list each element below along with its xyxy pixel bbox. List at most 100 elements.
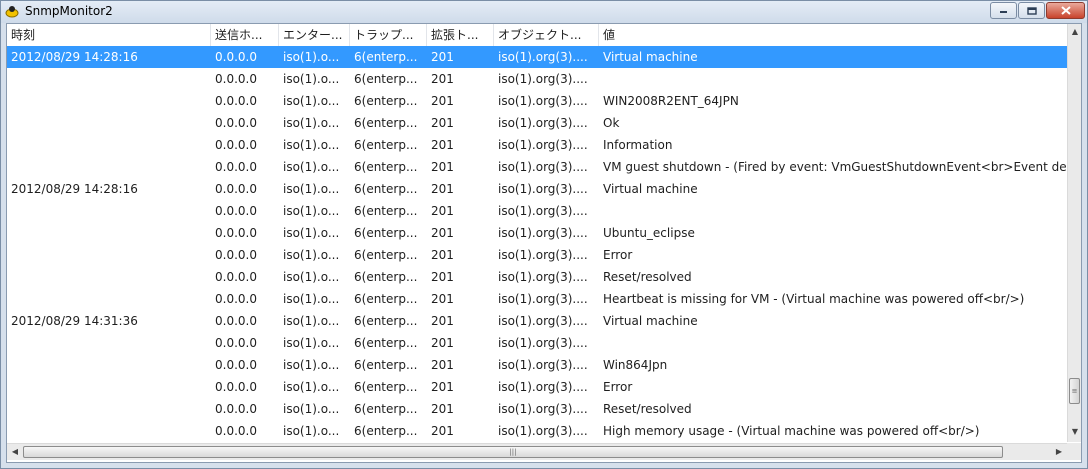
column-header-time[interactable]: 時刻 <box>7 24 211 46</box>
table-row[interactable]: 2012/08/29 14:28:16 0.0.0.0 iso(1).o... 6(e… <box>7 46 1067 68</box>
cell-extended-trap: 201 <box>431 72 454 86</box>
scroll-up-icon[interactable]: ▲ <box>1068 24 1081 40</box>
cell-sender-host: 0.0.0.0 <box>215 204 257 218</box>
table-row[interactable]: 0.0.0.0 iso(1).o... 6(enterp... 201 iso(1).o… <box>7 420 1067 442</box>
cell-enterprise: iso(1).o... <box>283 94 340 108</box>
app-icon <box>5 4 19 18</box>
cell-extended-trap: 201 <box>431 336 454 350</box>
cell-sender-host: 0.0.0.0 <box>215 336 257 350</box>
horizontal-scrollbar[interactable]: ◀ ||| ▶ <box>7 443 1067 460</box>
cell-time <box>7 288 211 310</box>
vertical-scrollbar[interactable]: ▲ ≡ ▼ <box>1067 24 1081 442</box>
cell-extended-trap: 201 <box>431 314 454 328</box>
table-row[interactable]: 2012/08/29 14:31:36 0.0.0.0 iso(1).o... 6(e… <box>7 310 1067 332</box>
table-row[interactable]: 0.0.0.0 iso(1).o... 6(enterp... 201 iso(1).o… <box>7 266 1067 288</box>
cell-object: iso(1).org(3).... <box>498 248 588 262</box>
cell-trap: 6(enterp... <box>354 182 418 196</box>
cell-time <box>7 156 211 178</box>
cell-value: WIN2008R2ENT_64JPN <box>603 94 739 108</box>
title-bar[interactable]: SnmpMonitor2 <box>1 1 1087 23</box>
cell-extended-trap: 201 <box>431 380 454 394</box>
table-row[interactable]: 0.0.0.0 iso(1).o... 6(enterp... 201 iso(1).o… <box>7 398 1067 420</box>
cell-time: 2012/08/29 14:31:36 <box>11 314 138 328</box>
cell-extended-trap: 201 <box>431 50 454 64</box>
cell-value: Ok <box>603 116 620 130</box>
cell-object: iso(1).org(3).... <box>498 160 588 174</box>
vertical-scroll-thumb[interactable]: ≡ <box>1069 378 1080 404</box>
cell-trap: 6(enterp... <box>354 292 418 306</box>
cell-value: Information <box>603 138 673 152</box>
table-row[interactable]: 0.0.0.0 iso(1).o... 6(enterp... 201 iso(1).o… <box>7 134 1067 156</box>
cell-extended-trap: 201 <box>431 248 454 262</box>
cell-object: iso(1).org(3).... <box>498 314 588 328</box>
table-row[interactable]: 0.0.0.0 iso(1).o... 6(enterp... 201 iso(1).o… <box>7 222 1067 244</box>
table-row[interactable]: 0.0.0.0 iso(1).o... 6(enterp... 201 iso(1).o… <box>7 90 1067 112</box>
table-row[interactable]: 0.0.0.0 iso(1).o... 6(enterp... 201 iso(1).o… <box>7 332 1067 354</box>
cell-value: High memory usage - (Virtual machine was… <box>603 424 980 438</box>
cell-value: Win864Jpn <box>603 358 668 372</box>
table-row[interactable]: 0.0.0.0 iso(1).o... 6(enterp... 201 iso(1).o… <box>7 156 1067 178</box>
table-row[interactable]: 0.0.0.0 iso(1).o... 6(enterp... 201 iso(1).o… <box>7 244 1067 266</box>
cell-sender-host: 0.0.0.0 <box>215 226 257 240</box>
cell-object: iso(1).org(3).... <box>498 72 588 86</box>
app-window: SnmpMonitor2 時刻 送信ホ... エンター... トラップ... 拡… <box>0 0 1088 469</box>
cell-sender-host: 0.0.0.0 <box>215 138 257 152</box>
table-row[interactable]: 0.0.0.0 iso(1).o... 6(enterp... 201 iso(1).o… <box>7 68 1067 90</box>
cell-sender-host: 0.0.0.0 <box>215 292 257 306</box>
cell-enterprise: iso(1).o... <box>283 160 340 174</box>
cell-object: iso(1).org(3).... <box>498 358 588 372</box>
minimize-button[interactable] <box>990 2 1017 19</box>
column-header-trap[interactable]: トラップ... <box>350 24 427 46</box>
cell-value <box>599 68 1067 90</box>
cell-time <box>7 398 211 420</box>
cell-sender-host: 0.0.0.0 <box>215 50 257 64</box>
cell-trap: 6(enterp... <box>354 248 418 262</box>
scroll-right-icon[interactable]: ▶ <box>1051 444 1067 460</box>
cell-enterprise: iso(1).o... <box>283 402 340 416</box>
cell-time: 2012/08/29 14:28:16 <box>11 182 138 196</box>
table-row[interactable]: 0.0.0.0 iso(1).o... 6(enterp... 201 iso(1).o… <box>7 376 1067 398</box>
cell-object: iso(1).org(3).... <box>498 424 588 438</box>
cell-value: Virtual machine <box>603 182 698 196</box>
trap-list-view[interactable]: 時刻 送信ホ... エンター... トラップ... 拡張ト... オブジェクト.… <box>6 23 1082 463</box>
cell-object: iso(1).org(3).... <box>498 204 588 218</box>
scroll-left-icon[interactable]: ◀ <box>7 444 23 460</box>
cell-extended-trap: 201 <box>431 226 454 240</box>
column-header-value[interactable]: 値 <box>599 24 1067 46</box>
cell-enterprise: iso(1).o... <box>283 182 340 196</box>
cell-sender-host: 0.0.0.0 <box>215 402 257 416</box>
cell-trap: 6(enterp... <box>354 204 418 218</box>
table-row[interactable]: 2012/08/29 14:28:16 0.0.0.0 iso(1).o... 6(e… <box>7 178 1067 200</box>
table-row[interactable]: 0.0.0.0 iso(1).o... 6(enterp... 201 iso(1).o… <box>7 200 1067 222</box>
table-row[interactable]: 0.0.0.0 iso(1).o... 6(enterp... 201 iso(1).o… <box>7 354 1067 376</box>
column-header-sender-host[interactable]: 送信ホ... <box>211 24 279 46</box>
cell-time <box>7 200 211 222</box>
cell-enterprise: iso(1).o... <box>283 380 340 394</box>
scrollbar-corner <box>1067 443 1081 460</box>
horizontal-scroll-thumb[interactable]: ||| <box>23 446 1003 458</box>
column-header-extended-trap[interactable]: 拡張ト... <box>427 24 494 46</box>
cell-enterprise: iso(1).o... <box>283 358 340 372</box>
cell-trap: 6(enterp... <box>354 424 418 438</box>
cell-trap: 6(enterp... <box>354 138 418 152</box>
cell-object: iso(1).org(3).... <box>498 94 588 108</box>
cell-trap: 6(enterp... <box>354 402 418 416</box>
cell-extended-trap: 201 <box>431 292 454 306</box>
table-row[interactable]: 0.0.0.0 iso(1).o... 6(enterp... 201 iso(1).o… <box>7 112 1067 134</box>
cell-extended-trap: 201 <box>431 204 454 218</box>
cell-enterprise: iso(1).o... <box>283 226 340 240</box>
cell-value <box>599 332 1067 354</box>
cell-enterprise: iso(1).o... <box>283 50 340 64</box>
column-header-enterprise[interactable]: エンター... <box>279 24 350 46</box>
cell-trap: 6(enterp... <box>354 358 418 372</box>
close-button[interactable] <box>1046 2 1085 19</box>
cell-object: iso(1).org(3).... <box>498 182 588 196</box>
scroll-down-icon[interactable]: ▼ <box>1068 424 1081 440</box>
table-row[interactable]: 0.0.0.0 iso(1).o... 6(enterp... 201 iso(1).o… <box>7 288 1067 310</box>
cell-enterprise: iso(1).o... <box>283 314 340 328</box>
cell-sender-host: 0.0.0.0 <box>215 94 257 108</box>
maximize-button[interactable] <box>1018 2 1045 19</box>
column-header-object[interactable]: オブジェクト... <box>494 24 599 46</box>
cell-value: Heartbeat is missing for VM - (Virtual m… <box>603 292 1025 306</box>
cell-enterprise: iso(1).o... <box>283 72 340 86</box>
